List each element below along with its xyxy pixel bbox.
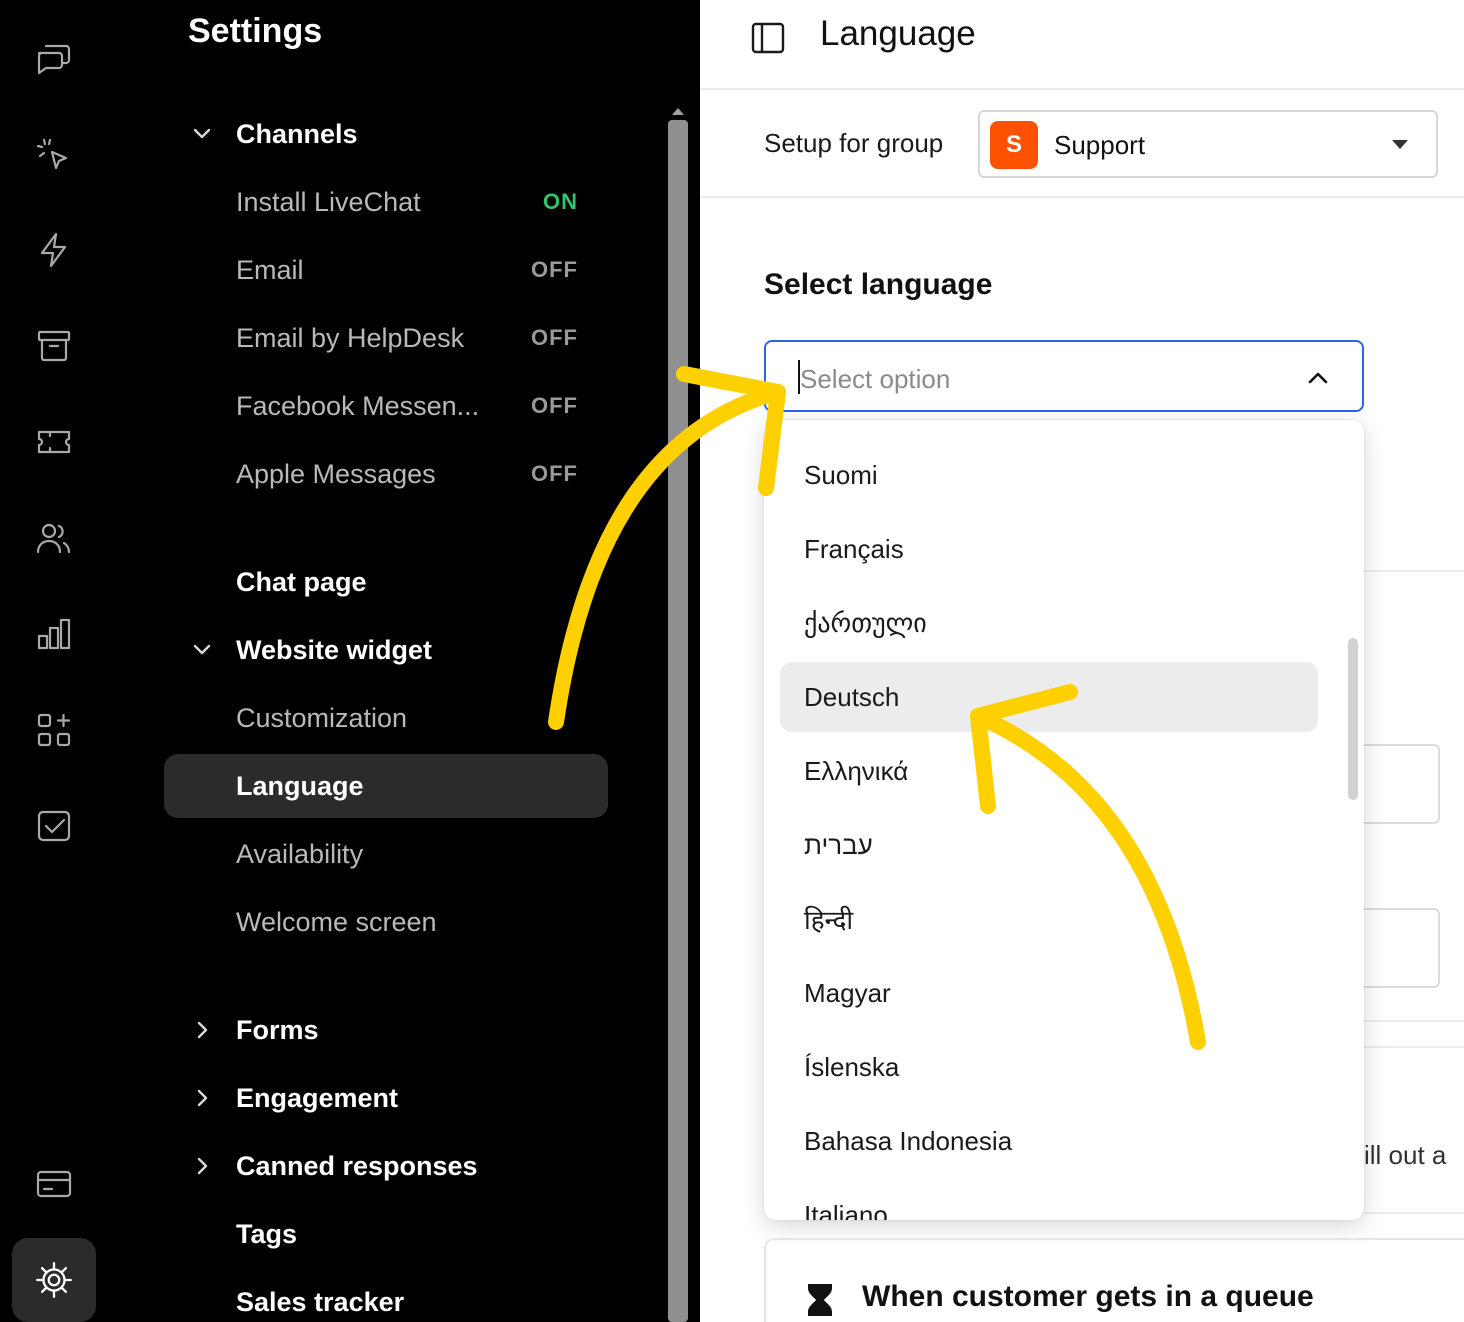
- queue-card[interactable]: When customer gets in a queue: [764, 1238, 1464, 1322]
- status-badge: OFF: [531, 325, 578, 350]
- nav-label: Install LiveChat: [236, 186, 421, 217]
- chevron-right-icon: [190, 1018, 214, 1042]
- nav-install-livechat[interactable]: Install LiveChat ON: [108, 170, 668, 234]
- settings-title: Settings: [188, 12, 323, 50]
- page-header: Language: [700, 0, 1464, 90]
- background-text: ill out a: [1364, 1140, 1447, 1170]
- icon-rail: [0, 0, 108, 1322]
- nav-website-widget[interactable]: Website widget: [108, 618, 668, 682]
- status-badge: OFF: [531, 393, 578, 418]
- queue-card-title: When customer gets in a queue: [862, 1280, 1314, 1313]
- sidebar-toggle-icon[interactable]: [750, 20, 786, 56]
- nav-label: Apple Messages: [236, 458, 436, 489]
- nav-label: Language: [236, 770, 364, 801]
- apps-icon[interactable]: [24, 700, 84, 760]
- group-label: Setup for group: [764, 128, 944, 158]
- ticket-icon[interactable]: [24, 412, 84, 472]
- status-badge: ON: [543, 189, 578, 214]
- dropdown-scrollbar[interactable]: [1348, 638, 1358, 800]
- divider: [1360, 1020, 1464, 1022]
- group-avatar: S: [990, 121, 1038, 169]
- nav-availability[interactable]: Availability: [108, 822, 668, 886]
- checklist-icon[interactable]: [24, 796, 84, 856]
- reports-icon[interactable]: [24, 604, 84, 664]
- nav-forms[interactable]: Forms: [108, 998, 668, 1062]
- language-option-hovered[interactable]: Deutsch: [780, 662, 1318, 732]
- ai-sparkle-icon[interactable]: [24, 124, 84, 184]
- caret-down-icon: [1392, 140, 1408, 149]
- chevron-up-icon: [1304, 364, 1332, 392]
- nav-sales-tracker[interactable]: Sales tracker: [108, 1270, 668, 1322]
- divider: [1360, 1046, 1464, 1048]
- nav-language[interactable]: Language: [164, 754, 608, 818]
- nav-label: Chat page: [236, 566, 367, 597]
- nav-engagement[interactable]: Engagement: [108, 1066, 668, 1130]
- language-option[interactable]: Suomi: [780, 440, 1318, 510]
- language-option[interactable]: עברית: [780, 810, 1318, 880]
- language-option[interactable]: Magyar: [780, 958, 1318, 1028]
- nav-label: Forms: [236, 1014, 319, 1045]
- nav-label: Canned responses: [236, 1150, 478, 1181]
- nav-label: Engagement: [236, 1082, 399, 1113]
- nav-label: Welcome screen: [236, 906, 437, 937]
- nav-apple-messages[interactable]: Apple Messages OFF: [108, 442, 668, 506]
- nav-label: Website widget: [236, 634, 433, 665]
- nav-channels[interactable]: Channels: [108, 102, 668, 166]
- status-badge: OFF: [531, 461, 578, 486]
- nav-tags[interactable]: Tags: [108, 1202, 668, 1266]
- select-placeholder: Select option: [800, 364, 951, 394]
- status-badge: OFF: [531, 257, 578, 282]
- chevron-down-icon: [190, 122, 214, 146]
- nav-facebook-messenger[interactable]: Facebook Messen... OFF: [108, 374, 668, 438]
- nav-label: Tags: [236, 1218, 298, 1249]
- scroll-up-arrow-icon[interactable]: [672, 108, 684, 115]
- language-option[interactable]: Bahasa Indonesia: [780, 1106, 1318, 1176]
- group-setup-bar: Setup for group S Support: [700, 90, 1464, 198]
- language-dropdown: Suomi Français ქართული Deutsch Ελληνικά …: [764, 420, 1364, 1220]
- nav-label: Email by HelpDesk: [236, 322, 465, 353]
- divider: [1360, 1212, 1464, 1214]
- nav-label: Availability: [236, 838, 364, 869]
- divider: [1360, 570, 1464, 572]
- nav-label: Email: [236, 254, 304, 285]
- chevron-down-icon: [190, 638, 214, 662]
- nav-label: Customization: [236, 702, 408, 733]
- settings-scrollbar[interactable]: [668, 120, 688, 1322]
- nav-label: Channels: [236, 118, 358, 149]
- section-title: Select language: [764, 268, 993, 301]
- chevron-right-icon: [190, 1154, 214, 1178]
- nav-email[interactable]: Email OFF: [108, 238, 668, 302]
- nav-customization[interactable]: Customization: [108, 686, 668, 750]
- language-option[interactable]: ქართული: [780, 588, 1318, 658]
- archive-icon[interactable]: [24, 316, 84, 376]
- nav-label: Facebook Messen...: [236, 390, 480, 421]
- language-select[interactable]: Select option: [764, 340, 1364, 412]
- language-option[interactable]: Italiano: [780, 1180, 1318, 1221]
- chats-icon[interactable]: [24, 28, 84, 88]
- group-name: Support: [1054, 130, 1146, 160]
- main-content: Language Setup for group S Support ill o…: [700, 0, 1464, 1322]
- group-select[interactable]: S Support: [978, 110, 1438, 178]
- nav-email-helpdesk[interactable]: Email by HelpDesk OFF: [108, 306, 668, 370]
- billing-icon[interactable]: [24, 1154, 84, 1214]
- nav-label: Sales tracker: [236, 1286, 405, 1317]
- hourglass-icon: [804, 1282, 836, 1318]
- language-option[interactable]: हिन्दी: [780, 884, 1318, 954]
- nav-welcome-screen[interactable]: Welcome screen: [108, 890, 668, 954]
- page-title: Language: [820, 14, 976, 53]
- settings-gear-icon[interactable]: [12, 1238, 96, 1322]
- language-option[interactable]: Français: [780, 514, 1318, 584]
- nav-canned-responses[interactable]: Canned responses: [108, 1134, 668, 1198]
- chevron-right-icon: [190, 1086, 214, 1110]
- settings-panel: Settings Channels Install LiveChat ON Em…: [108, 0, 700, 1322]
- nav-chat-page[interactable]: Chat page: [108, 550, 668, 614]
- language-option[interactable]: Íslenska: [780, 1032, 1318, 1102]
- language-option[interactable]: Ελληνικά: [780, 736, 1318, 806]
- team-icon[interactable]: [24, 508, 84, 568]
- automation-bolt-icon[interactable]: [24, 220, 84, 280]
